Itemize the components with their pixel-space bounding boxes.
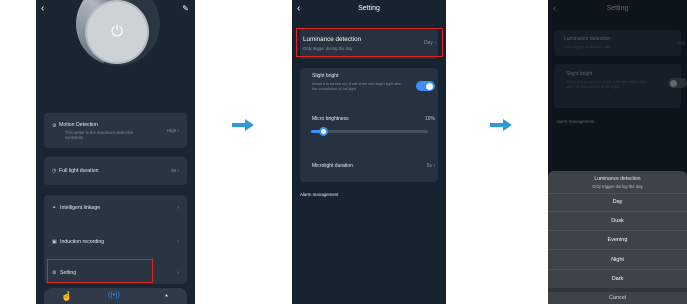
setting-highlight xyxy=(47,259,153,283)
picker-option-evening[interactable]: Evening xyxy=(548,237,687,243)
setting-title: Setting xyxy=(606,5,629,12)
alarm-icon[interactable]: ((•)) xyxy=(108,289,120,303)
slight-bright-toggle xyxy=(668,78,687,88)
power-knob[interactable]: ⏻ xyxy=(87,2,147,62)
device-screen: ‹ CW_PIR_Light ✎ ⏻ ⚙ Motion Detection Th… xyxy=(36,0,195,304)
luminance-highlight xyxy=(296,28,443,57)
induction-recording-label: Induction recording xyxy=(60,239,105,245)
micro-brightness-slider[interactable] xyxy=(311,127,428,136)
power-icon: ⏻ xyxy=(111,23,123,40)
picker-option-dark[interactable]: Dark xyxy=(548,276,687,282)
full-light-duration-value: 5s › xyxy=(171,168,179,173)
timer-icon: ◷ xyxy=(52,168,57,174)
arrow-right-icon xyxy=(232,119,254,131)
slider-thumb[interactable] xyxy=(318,127,328,136)
luminance-detection-sub: Only trigger during the day xyxy=(564,44,610,49)
micro-brightness-value: 10% xyxy=(424,116,435,122)
motion-detection-item[interactable]: ⚙ Motion Detection This setter is the ma… xyxy=(44,113,187,148)
picker-option-day[interactable]: Day xyxy=(548,199,687,205)
luminance-detection-label: Luminance detection xyxy=(564,36,611,42)
menu-card: ⚭ Intelligent linkage › ▣ Induction reco… xyxy=(44,195,187,267)
divider xyxy=(548,230,687,231)
chevron-right-icon: › xyxy=(177,270,179,276)
full-light-duration-item[interactable]: ◷ Full light duration 5s › xyxy=(44,157,187,185)
divider xyxy=(548,211,687,212)
picker-option-night[interactable]: Night xyxy=(548,257,687,263)
picker-option-dusk[interactable]: Dusk xyxy=(548,218,687,224)
divider xyxy=(548,269,687,270)
luminance-detection-item xyxy=(554,30,681,56)
setting-title: Setting xyxy=(358,5,380,12)
setting-picker-screen: ‹ Setting Luminance detection Only trigg… xyxy=(548,0,687,304)
divider xyxy=(548,249,687,250)
setting-topbar: ‹ Setting xyxy=(292,2,446,16)
full-light-duration-label: Full light duration xyxy=(59,168,99,174)
slight-bright-label: Slight bright xyxy=(566,71,593,77)
toggle-knob xyxy=(670,79,677,87)
slight-bright-toggle[interactable] xyxy=(416,81,435,91)
slight-bright-sub: When it is turned on, it will enter into… xyxy=(312,81,402,91)
slight-bright-sub: When it is turned on, it will enter into… xyxy=(566,79,647,89)
link-icon: ⚭ xyxy=(52,205,57,211)
slight-bright-label: Slight bright xyxy=(312,73,339,79)
clock-icon[interactable]: ◔ xyxy=(163,289,168,303)
record-icon: ▣ xyxy=(52,239,57,245)
picker-title: Luminance detection xyxy=(594,176,641,182)
microlight-duration-label: Microlight duration xyxy=(312,163,353,169)
divider xyxy=(548,288,687,292)
chevron-right-icon: › xyxy=(177,239,179,245)
motion-detection-value: High › xyxy=(166,128,179,133)
chevron-right-icon: › xyxy=(177,205,179,211)
picker-subtitle: Only trigger during the day xyxy=(592,184,643,189)
divider xyxy=(548,193,687,194)
motion-detection-label: Motion Detection xyxy=(59,122,98,128)
micro-brightness-label: Micro brightness xyxy=(312,116,349,122)
luminance-detection-value: Day xyxy=(676,40,685,45)
intelligent-linkage-item[interactable]: ⚭ Intelligent linkage › xyxy=(52,201,179,215)
edit-icon[interactable]: ✎ xyxy=(182,2,189,15)
setting-topbar: ‹ Setting xyxy=(548,2,687,16)
hand-icon[interactable]: ☝ xyxy=(61,289,72,303)
picker-cancel-button[interactable]: Cancel xyxy=(548,295,687,301)
induction-recording-item[interactable]: ▣ Induction recording › xyxy=(52,235,179,249)
motion-icon: ⚙ xyxy=(52,123,57,129)
setting-screen: ‹ Setting Luminance detection Only trigg… xyxy=(292,0,446,304)
arrow-right-icon xyxy=(490,119,512,131)
motion-detection-sub: This setter is the maximum detection sen… xyxy=(65,130,134,140)
toggle-knob xyxy=(426,82,433,90)
alarm-management-label: Alarm management xyxy=(556,119,595,124)
bottom-toolbar: ☝ ((•)) ◔ xyxy=(44,288,187,304)
alarm-management-label[interactable]: Alarm management xyxy=(300,192,338,197)
microlight-duration-value[interactable]: 5s › xyxy=(427,163,435,169)
intelligent-linkage-label: Intelligent linkage xyxy=(60,205,101,211)
luminance-picker-sheet: Luminance detection Only trigger during … xyxy=(548,171,687,304)
